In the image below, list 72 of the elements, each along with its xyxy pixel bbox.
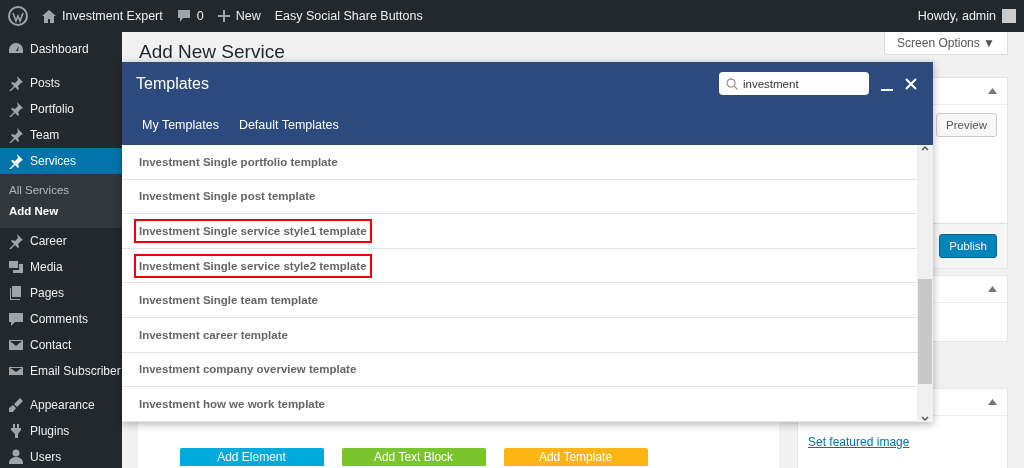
search-field[interactable]: investment	[719, 72, 869, 95]
new-link[interactable]: New	[235, 9, 261, 23]
template-row[interactable]: Investment company overview template	[122, 352, 917, 388]
sidebar-item[interactable]: Users	[0, 444, 122, 468]
sidebar-item[interactable]: Media	[0, 254, 122, 280]
brush-icon	[8, 397, 24, 413]
close-icon[interactable]	[905, 77, 917, 90]
template-name: Investment Single service style1 template	[134, 219, 372, 243]
template-row[interactable]: Investment Single team template	[122, 283, 917, 318]
template-row[interactable]: Investment how we work template	[122, 387, 917, 422]
dialog-title: Templates	[136, 74, 210, 93]
scrollbar[interactable]	[917, 145, 933, 422]
page-title: Add New Service	[139, 40, 285, 64]
template-row[interactable]: Investment Single portfolio template	[122, 145, 917, 180]
pages-icon	[8, 285, 24, 301]
pin-icon	[8, 153, 24, 169]
dialog-tab[interactable]: My Templates	[134, 118, 227, 145]
sidebar-item[interactable]: Team	[0, 122, 122, 148]
template-row[interactable]: Investment Single service style1 template	[122, 214, 917, 249]
template-name: Investment how we work template	[138, 396, 326, 412]
scroll-up-icon	[921, 145, 929, 151]
home-icon	[42, 9, 56, 23]
publish-button[interactable]: Publish	[939, 234, 997, 258]
search-icon	[726, 78, 738, 90]
template-name: Investment Single post template	[138, 189, 317, 205]
user-icon	[8, 449, 24, 465]
envelope-icon	[8, 337, 24, 353]
featured-image-link[interactable]: Set featured image	[808, 435, 910, 449]
sidebar-item[interactable]: Portfolio	[0, 96, 122, 122]
sidebar-item[interactable]: Comments	[0, 306, 122, 332]
preview-button[interactable]: Preview	[936, 113, 997, 137]
sidebar-item[interactable]: Email Subscriber	[0, 358, 122, 392]
sidebar-item[interactable]: Plugins	[0, 418, 122, 444]
submenu-item[interactable]: All Services	[0, 180, 122, 201]
greeting-link[interactable]: Howdy, admin	[917, 9, 996, 23]
pin-icon	[8, 101, 24, 117]
template-row[interactable]: Investment Single post template	[122, 179, 917, 215]
template-name: Investment Single service style2 template	[134, 253, 372, 278]
comment-count[interactable]: 0	[196, 9, 204, 23]
collapse-icon	[988, 286, 997, 292]
collapse-icon	[988, 399, 997, 405]
site-name-link[interactable]: Investment Expert	[62, 9, 163, 23]
submenu-item[interactable]: Add New	[0, 201, 122, 222]
plus-icon	[217, 10, 230, 22]
template-row[interactable]: Investment career template	[122, 317, 917, 353]
sidebar-item[interactable]: Posts	[0, 70, 122, 96]
pin-icon	[8, 233, 24, 249]
sidebar-item-active[interactable]: Services	[0, 148, 122, 174]
sidebar-item[interactable]: Contact	[0, 332, 122, 358]
avatar[interactable]	[1002, 9, 1016, 23]
template-name: Investment company overview template	[138, 362, 358, 378]
sidebar-item[interactable]: Appearance	[0, 392, 122, 418]
screen-options-button[interactable]: Screen Options ▼	[884, 32, 1008, 55]
dialog-tab[interactable]: Default Templates	[230, 118, 347, 145]
sidebar-item[interactable]: Pages	[0, 280, 122, 306]
comment-icon	[176, 9, 191, 23]
template-name: Investment Single portfolio template	[138, 154, 339, 170]
template-name: Investment Single team template	[138, 293, 319, 309]
pin-icon	[8, 75, 24, 91]
plugin-link[interactable]: Easy Social Share Buttons	[274, 9, 423, 23]
plug-icon	[8, 423, 24, 439]
template-row[interactable]: Investment Single service style2 template	[122, 248, 917, 284]
scroll-down-icon	[921, 416, 929, 422]
sidebar-item[interactable]: Career	[0, 228, 122, 254]
media-icon	[8, 259, 24, 275]
pin-icon	[8, 127, 24, 143]
comment-icon	[8, 311, 24, 327]
sidebar-item[interactable]: Dashboard	[0, 36, 122, 70]
collapse-icon	[988, 88, 997, 94]
logo-icon	[8, 6, 28, 26]
template-name: Investment career template	[138, 327, 289, 343]
scrollbar-thumb[interactable]	[918, 279, 932, 384]
